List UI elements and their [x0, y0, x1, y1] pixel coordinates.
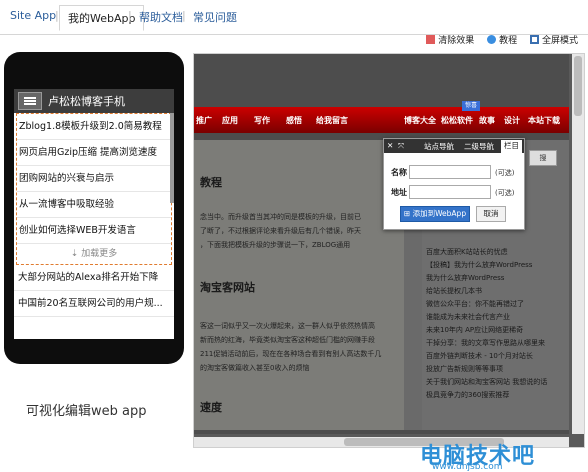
sidebar-link[interactable]: 我为什么放弃WordPress: [426, 273, 504, 283]
post-excerpt-line: 的淘宝客做篇收入甚至0收入的烦恼: [200, 364, 310, 372]
fullscreen-label: 全屏模式: [541, 36, 578, 46]
post-excerpt-line: 211促销活动前后，现在在各种场合看到有别人高达数千几: [200, 350, 382, 358]
clear-effect-button[interactable]: 清除效果: [426, 35, 475, 46]
post-title[interactable]: 淘宝客网站: [200, 279, 255, 295]
fullscreen-icon: [529, 35, 539, 44]
editable-list-region[interactable]: Zblog1.8模板升级到2.0简易教程 网页启用Gzip压缩 提高浏览速度 团…: [16, 113, 172, 265]
sidebar-link[interactable]: 给站长提权几本书: [426, 286, 482, 296]
name-label: 名称: [391, 168, 407, 177]
tab-faq[interactable]: 常见问题: [193, 9, 237, 25]
close-icon[interactable]: ✕: [387, 141, 393, 150]
top-tab-bar: Site App | 我的WebApp | 帮助文档 | 常见问题: [0, 0, 588, 35]
name-input[interactable]: [409, 165, 491, 179]
post-excerpt-line: 客这一词似乎又一次火爆起来，这一群人似乎依然热情高: [200, 322, 375, 330]
list-item[interactable]: 网页启用Gzip压缩 提高浏览速度: [17, 140, 171, 166]
sidebar-link[interactable]: 未来10年内 AP应让网络更稀奇: [426, 325, 523, 335]
load-more-label: 加载更多: [81, 249, 118, 259]
scrollbar-thumb[interactable]: [574, 56, 582, 116]
load-more-button[interactable]: ⇣ 加载更多: [17, 244, 171, 264]
arrow-down-icon: ⇣: [70, 249, 82, 259]
tutorial-button[interactable]: 教程: [487, 35, 518, 46]
post-excerpt-line: 念当中。而升级首当其冲的同是模板的升级，目前已: [200, 213, 361, 221]
optional-hint: (可选): [495, 169, 515, 177]
popup-tab-column[interactable]: 栏目: [501, 140, 522, 153]
nav-item[interactable]: 推广: [196, 115, 212, 126]
hot-badge: 惊喜: [462, 101, 480, 111]
nav-item[interactable]: 博客大全: [404, 115, 436, 126]
sidebar-link[interactable]: 百度外链判断技术 - 10个月对站长: [426, 351, 533, 361]
popup-tab-sub-nav[interactable]: 二级导航: [464, 141, 494, 152]
nav-item[interactable]: 松松软件: [441, 115, 473, 126]
nav-item[interactable]: 应用: [222, 115, 238, 126]
resize-icon[interactable]: ⤧: [398, 141, 404, 151]
sidebar-link[interactable]: 百度大面积K站站长的忧虑: [426, 247, 508, 257]
help-icon: [487, 35, 497, 44]
sidebar-link[interactable]: 投放广告新规则等等事项: [426, 364, 503, 374]
address-label: 地址: [391, 188, 407, 197]
list-item[interactable]: 创业如何选择WEB开发语言: [17, 218, 171, 244]
optional-hint: (可选): [495, 189, 515, 197]
address-input[interactable]: [409, 185, 491, 199]
add-to-webapp-button[interactable]: ⊞ 添加到WebApp: [400, 206, 470, 222]
nav-item[interactable]: 本站下载: [528, 115, 560, 126]
menu-icon[interactable]: [18, 92, 42, 110]
watermark-url: www.dnjsb.com: [432, 462, 503, 472]
tutorial-label: 教程: [499, 36, 518, 46]
list-item[interactable]: 大部分网站的Alexa排名开始下降: [14, 265, 174, 291]
sidebar-link[interactable]: 干掉分享：我的文章写作思路从哪里来: [426, 338, 545, 348]
list-item[interactable]: 从一流博客中吸取经验: [17, 192, 171, 218]
fullscreen-button[interactable]: 全屏模式: [529, 35, 578, 46]
sidebar-link[interactable]: 【投稿】我为什么放弃WordPress: [426, 260, 532, 270]
tab-separator: |: [128, 9, 132, 22]
nav-item[interactable]: 给我留言: [316, 115, 348, 126]
phone-title: 卢松松博客手机: [48, 95, 125, 108]
tab-separator: |: [182, 9, 186, 22]
phone-header: 卢松松博客手机: [14, 89, 174, 113]
site-preview: 推广 应用 写作 感悟 给我留言 博客大全 松松软件 故事 设计 本站下载 惊喜…: [193, 53, 585, 448]
list-item[interactable]: Zblog1.8模板升级到2.0简易教程: [17, 114, 171, 140]
add-link-popup: ✕ ⤧ 站点导航 二级导航 栏目 名称 (可选) 地址 (可选) ⊞ 添加到We…: [383, 138, 525, 230]
preview-toolbar: 清除效果 教程 全屏模式: [416, 33, 578, 46]
nav-item[interactable]: 设计: [504, 115, 520, 126]
tab-site-app[interactable]: Site App: [10, 9, 56, 22]
nav-item[interactable]: 感悟: [286, 115, 302, 126]
nav-item[interactable]: 故事: [479, 115, 495, 126]
post-title[interactable]: 速度: [200, 399, 222, 415]
popup-tab-bar: ✕ ⤧ 站点导航 二级导航 栏目: [384, 139, 524, 153]
add-to-webapp-label: 添加到WebApp: [412, 209, 467, 218]
site-search-button[interactable]: 搜: [529, 150, 557, 166]
phone-screen: 卢松松博客手机 Zblog1.8模板升级到2.0简易教程 网页启用Gzip压缩 …: [14, 89, 174, 339]
preview-vertical-scrollbar[interactable]: [572, 54, 584, 434]
site-nav-bar: 推广 应用 写作 感悟 给我留言 博客大全 松松软件 故事 设计 本站下载: [194, 107, 569, 133]
popup-tab-site-nav[interactable]: 站点导航: [424, 141, 454, 152]
sidebar-link[interactable]: 关于我们网站和淘宝客网站 我想说的话: [426, 377, 547, 387]
list-item[interactable]: 团购网站的兴衰与启示: [17, 166, 171, 192]
eraser-icon: [426, 35, 436, 44]
cancel-button[interactable]: 取消: [476, 206, 506, 222]
phone-scrollbar[interactable]: [170, 113, 174, 203]
post-excerpt-line: ，下面我把模板升级的步骤说一下，ZBLOG通用: [200, 241, 351, 249]
post-excerpt-line: 新而热的红海，毕竟类似淘宝客这种超低门槛的网赚手段: [200, 336, 375, 344]
sidebar-link[interactable]: 微信公众平台：你不能再错过了: [426, 299, 524, 309]
sidebar-link[interactable]: 极具竞争力的360搜索推荐: [426, 390, 509, 400]
post-excerpt-line: 了断了，不过根据评论来看升级后有几个错误，昨天: [200, 227, 361, 235]
plus-icon: ⊞: [403, 209, 413, 218]
nav-item[interactable]: 写作: [254, 115, 270, 126]
clear-effect-label: 清除效果: [438, 36, 475, 46]
tab-help-docs[interactable]: 帮助文档: [139, 9, 183, 25]
phone-mockup: 卢松松博客手机 Zblog1.8模板升级到2.0简易教程 网页启用Gzip压缩 …: [4, 52, 184, 364]
sidebar-link[interactable]: 谁能成为未来社会代言产业: [426, 312, 510, 322]
post-title[interactable]: 教程: [200, 174, 222, 190]
list-item[interactable]: 中国前20名互联网公司的用户规...: [14, 291, 174, 317]
phone-caption: 可视化编辑web app: [26, 404, 147, 419]
